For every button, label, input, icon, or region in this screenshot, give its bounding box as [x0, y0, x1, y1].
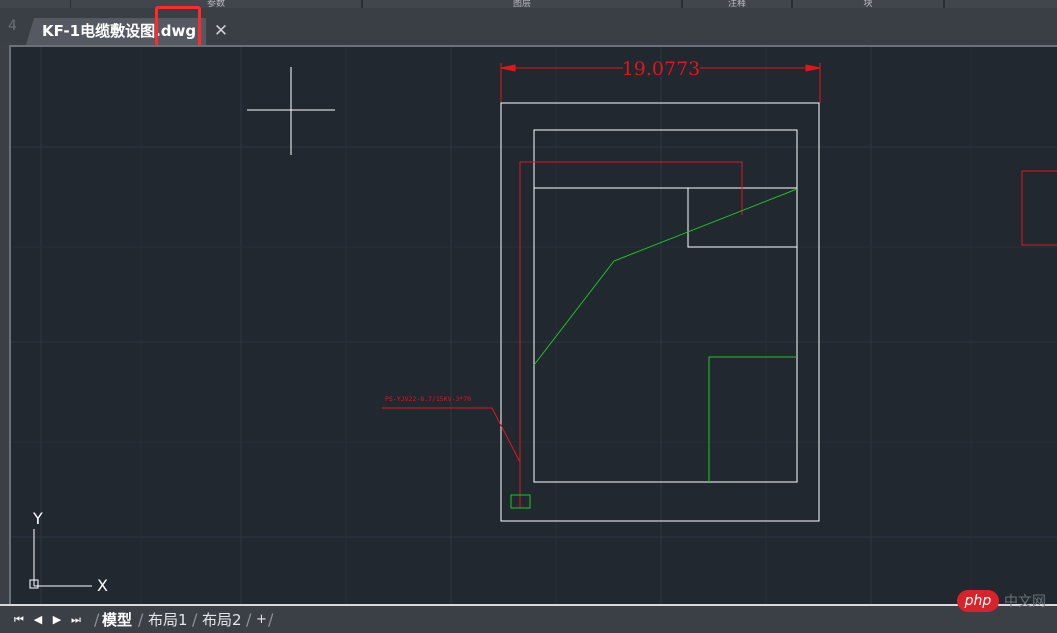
- ucs-icon: [29, 529, 92, 589]
- prev-layout-button[interactable]: ◀: [31, 612, 45, 628]
- ucs-x-label: X: [97, 576, 108, 595]
- ribbon-panel-label: 参数: [206, 0, 225, 8]
- tab-layout2[interactable]: 布局2: [202, 608, 242, 632]
- ribbon-panel-label: 注释: [727, 0, 746, 8]
- layout-tab-bar: ⏮ ◀ ▶ ⏭ / 模型 / 布局1 / 布局2 / + /: [0, 604, 1057, 633]
- watermark-logo: php: [957, 590, 999, 612]
- tab-layout1[interactable]: 布局1: [148, 608, 188, 632]
- ribbon-panel-params[interactable]: 参数: [70, 0, 362, 8]
- crosshair-cursor: [247, 67, 335, 155]
- tab-separator: /: [94, 610, 100, 629]
- next-layout-button[interactable]: ▶: [50, 612, 64, 628]
- drawing-svg: 19.0773 PS-YJV22-8.7/15KV-3*70 Y X: [11, 47, 1057, 606]
- close-icon[interactable]: ✕: [211, 19, 231, 43]
- ribbon-panel-label: 块: [863, 0, 873, 8]
- last-layout-button[interactable]: ⏭: [69, 612, 83, 628]
- ribbon-panel-more[interactable]: [944, 0, 1057, 8]
- ribbon-panel-block[interactable]: 块: [792, 0, 944, 8]
- ribbon-panel-annotate[interactable]: 注释: [682, 0, 792, 8]
- tab-separator: /: [246, 610, 252, 629]
- cable-label: PS-YJV22-8.7/15KV-3*70: [385, 395, 471, 403]
- tab-separator: /: [138, 610, 144, 629]
- ribbon-panel-label: 图层: [512, 0, 531, 8]
- watermark-text: 中文网: [1004, 594, 1046, 610]
- tab-separator: /: [268, 610, 274, 629]
- outer-frame: [500, 102, 820, 522]
- tab-scroll-stub[interactable]: 4: [8, 18, 28, 45]
- ucs-y-label: Y: [32, 509, 43, 528]
- drawing-canvas[interactable]: 19.0773 PS-YJV22-8.7/15KV-3*70 Y X: [9, 45, 1057, 606]
- tab-model[interactable]: 模型: [102, 608, 132, 632]
- tab-separator: /: [192, 610, 198, 629]
- green-cable-route: [510, 188, 798, 509]
- add-layout-button[interactable]: +: [256, 608, 267, 632]
- dimension-text: 19.0773: [622, 58, 701, 80]
- first-layout-button[interactable]: ⏮: [12, 612, 26, 628]
- ribbon-panel-layers[interactable]: 图层: [362, 0, 682, 8]
- offscreen-red-box: [1021, 170, 1057, 246]
